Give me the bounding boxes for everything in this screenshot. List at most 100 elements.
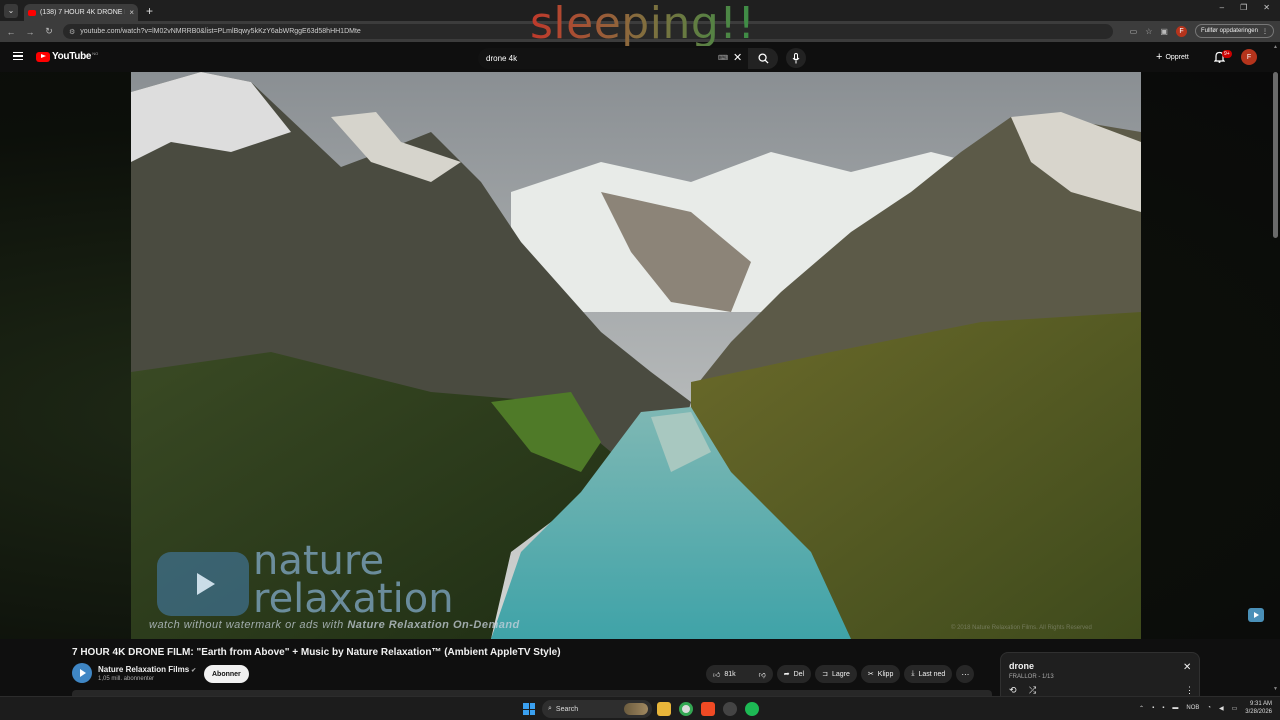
download-button[interactable]: ⤓ Last ned: [904, 665, 953, 683]
video-copyright: © 2018 Nature Relaxation Films. All Righ…: [951, 625, 1092, 631]
scissors-icon: ✂: [867, 671, 874, 678]
clear-search-icon[interactable]: ✕: [733, 51, 742, 64]
taskbar-search-label: Search: [555, 705, 579, 713]
tray-app2-icon[interactable]: ▪: [1162, 705, 1164, 711]
clock-app-icon[interactable]: [723, 702, 737, 716]
window-controls: – ❐ ✕: [1220, 3, 1270, 12]
tab-close-icon[interactable]: ×: [129, 8, 134, 17]
restore-button[interactable]: ❐: [1240, 3, 1247, 12]
forward-arrow-icon[interactable]: →: [22, 27, 38, 37]
keyboard-icon[interactable]: ⌨: [718, 54, 728, 62]
volume-icon[interactable]: ◀: [1219, 705, 1224, 712]
channel-avatar[interactable]: [72, 663, 92, 683]
playlist-panel: drone FRALLOR - 1/13 ✕ ⟲ ⤮ ⋮: [1000, 652, 1200, 696]
save-label: Lagre: [832, 670, 850, 678]
youtube-logo[interactable]: YouTube NO: [36, 51, 98, 62]
new-tab-button[interactable]: +: [146, 4, 153, 18]
reload-icon[interactable]: ↻: [41, 26, 57, 37]
scroll-down-arrow-icon[interactable]: ▼: [1273, 686, 1278, 692]
playlist-subtitle: FRALLOR - 1/13: [1009, 674, 1054, 680]
loop-icon[interactable]: ⟲: [1009, 685, 1017, 696]
bookmark-star-icon[interactable]: ☆: [1145, 27, 1152, 36]
file-explorer-icon[interactable]: [657, 702, 671, 716]
taskbar-clock[interactable]: 9:31 AM 3/28/2026: [1245, 700, 1272, 716]
watermark-sub-brand: Nature Relaxation On-Demand: [347, 619, 520, 631]
video-player[interactable]: nature relaxation watch without watermar…: [131, 72, 1141, 639]
tab-search-button[interactable]: ⌄: [4, 3, 18, 18]
thumbs-down-icon: 👎︎: [758, 671, 766, 679]
watermark-subtitle: watch without watermark or ads with Natu…: [149, 619, 520, 631]
scroll-up-arrow-icon[interactable]: ▲: [1273, 44, 1278, 50]
close-window-button[interactable]: ✕: [1263, 3, 1270, 12]
channel-name-text: Nature Relaxation Films: [98, 665, 190, 674]
microphone-icon: [792, 52, 800, 63]
overlay-sleeping-text: sleeping!!: [530, 0, 756, 49]
miniplayer-icon[interactable]: [1248, 608, 1264, 622]
search-highlight-icon: [624, 703, 648, 715]
clip-button[interactable]: ✂ Klipp: [860, 665, 901, 683]
spotify-icon[interactable]: [745, 702, 759, 716]
browser-profile-icon[interactable]: F: [1175, 25, 1187, 37]
page-scrollbar[interactable]: [1273, 72, 1278, 238]
cast-icon[interactable]: ▭: [1130, 27, 1138, 36]
watermark-sub-prefix: watch without watermark or ads with: [149, 619, 344, 631]
back-arrow-icon[interactable]: ←: [3, 27, 19, 37]
playlist-more-icon[interactable]: ⋮: [1185, 685, 1194, 696]
thumbs-up-icon: 👍︎: [713, 671, 721, 679]
share-icon: ➦: [783, 671, 790, 678]
download-icon: ⤓: [911, 670, 915, 677]
youtube-favicon-icon: [28, 9, 36, 16]
clip-label: Klipp: [877, 670, 894, 678]
share-button[interactable]: ➦ Del: [776, 665, 812, 683]
tray-chevron-icon[interactable]: ⌃: [1139, 705, 1144, 712]
tray-app-icon[interactable]: ▪: [1152, 705, 1154, 711]
more-actions-button[interactable]: ⋯: [956, 665, 975, 683]
clock-date: 3/28/2026: [1245, 709, 1272, 715]
tray-flag-icon[interactable]: ▬: [1172, 705, 1178, 711]
browser-tab-active[interactable]: (138) 7 HOUR 4K DRONE FILM ×: [24, 4, 138, 21]
url-text: youtube.com/watch?v=lM02vNMRRB0&list=PLm…: [80, 28, 361, 35]
voice-search-button[interactable]: [786, 48, 806, 68]
notifications-badge: 9+: [1222, 50, 1232, 58]
channel-name[interactable]: Nature Relaxation Films ✔: [98, 665, 196, 674]
search-button[interactable]: [748, 48, 778, 69]
like-dislike-group: 👍︎ 81k 👎︎: [706, 665, 773, 683]
country-code: NO: [92, 51, 99, 56]
system-tray: ⌃ ▪ ▪ ▬ NOB ◔ ◀ ▭ 9:31 AM 3/28/2026: [1139, 700, 1272, 716]
playlist-title[interactable]: drone: [1009, 661, 1034, 671]
video-title: 7 HOUR 4K DRONE FILM: "Earth from Above"…: [72, 647, 561, 658]
shuffle-icon[interactable]: ⤮: [1029, 685, 1036, 696]
like-button[interactable]: 👍︎ 81k: [706, 665, 743, 683]
brave-icon[interactable]: [701, 702, 715, 716]
nature-relaxation-logo-icon: [157, 552, 249, 616]
search-field[interactable]: [478, 48, 748, 69]
menu-icon[interactable]: [13, 52, 23, 60]
battery-icon[interactable]: ▭: [1232, 705, 1238, 712]
language-indicator[interactable]: NOB: [1186, 705, 1199, 711]
watermark-brand-line2: relaxation: [253, 576, 454, 622]
subscribe-button[interactable]: Abonner: [204, 665, 249, 683]
taskbar-search[interactable]: ⌕ Search: [542, 700, 652, 718]
create-button[interactable]: + Opprett: [1156, 51, 1189, 63]
search-input[interactable]: [486, 54, 706, 63]
verified-icon: ✔: [191, 668, 197, 674]
chrome-icon[interactable]: [679, 702, 693, 716]
dislike-button[interactable]: 👎︎: [752, 665, 773, 683]
extensions-icon[interactable]: ▣: [1160, 27, 1168, 36]
playlist-close-icon[interactable]: ✕: [1183, 662, 1191, 673]
site-info-icon[interactable]: ⚙: [69, 28, 75, 36]
download-label: Last ned: [918, 670, 946, 678]
watermark-brand: nature relaxation: [253, 541, 493, 622]
update-button[interactable]: Fullfør oppdateringen ⋮: [1194, 24, 1274, 38]
share-label: Del: [793, 670, 805, 678]
account-avatar[interactable]: F: [1241, 49, 1257, 65]
save-button[interactable]: ⊐ Lagre: [815, 665, 857, 683]
create-label: Opprett: [1165, 53, 1189, 61]
clock-time: 9:31 AM: [1249, 701, 1272, 707]
windows-start-icon[interactable]: [523, 703, 535, 715]
toolbar-right: ▭ ☆ ▣ F Fullfør oppdateringen ⋮: [1130, 24, 1274, 38]
kebab-menu-icon: ⋮: [1262, 28, 1268, 35]
network-icon[interactable]: ◔: [1207, 705, 1211, 711]
minimize-button[interactable]: –: [1220, 3, 1224, 12]
like-count: 81k: [724, 670, 736, 678]
